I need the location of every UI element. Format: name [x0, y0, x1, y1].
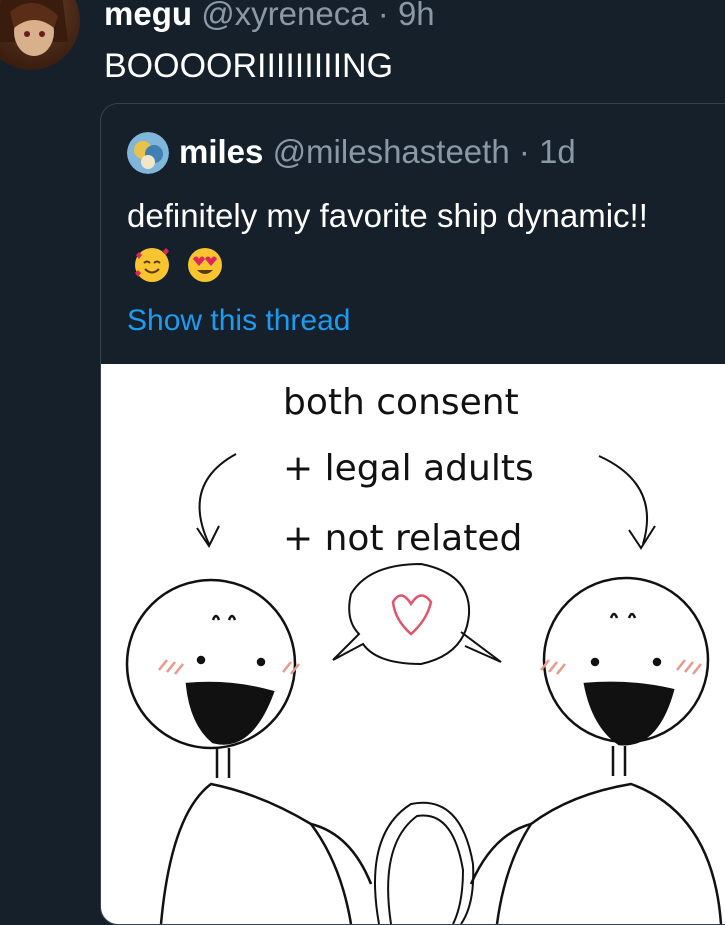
right-arrow-icon	[598, 455, 656, 550]
smiling-face-with-hearts-icon	[133, 245, 171, 283]
heart-eyes-icon	[186, 245, 224, 283]
quoted-tweet[interactable]: miles @mileshasteeth · 1d definitely my …	[100, 103, 725, 925]
quote-author-name[interactable]: miles	[179, 133, 263, 170]
quote-avatar[interactable]	[127, 132, 169, 174]
comic-line-consent: both consent	[283, 382, 519, 423]
author-name[interactable]: megu	[104, 0, 192, 32]
held-hands	[374, 801, 475, 924]
quote-timestamp[interactable]: 1d	[539, 133, 576, 170]
right-character	[469, 576, 723, 924]
quote-text: definitely my favorite ship dynamic!!	[127, 197, 648, 234]
comic-line-related: + not related	[283, 518, 522, 559]
left-character	[125, 578, 373, 924]
tweet-header: megu @xyreneca · 9h	[104, 0, 435, 34]
heart-icon	[391, 594, 433, 636]
quote-header: miles @mileshasteeth · 1d	[179, 130, 576, 174]
comic-image[interactable]: both consent + legal adults + not relate…	[101, 364, 725, 924]
speech-bubble	[332, 562, 502, 666]
separator-dot: ·	[377, 0, 389, 32]
comic-line-adults: + legal adults	[283, 448, 534, 489]
show-thread-link[interactable]: Show this thread	[127, 301, 350, 341]
tweet-text: BOOOORIIIIIIIIING	[104, 47, 394, 85]
author-handle[interactable]: @xyreneca	[201, 0, 368, 32]
quote-text-block: definitely my favorite ship dynamic!!	[127, 192, 687, 288]
separator-dot: ·	[518, 133, 530, 170]
left-arrow-icon	[196, 453, 237, 548]
avatar[interactable]	[0, 0, 80, 70]
tweet-timestamp[interactable]: 9h	[398, 0, 435, 32]
quote-author-handle[interactable]: @mileshasteeth	[273, 133, 510, 170]
